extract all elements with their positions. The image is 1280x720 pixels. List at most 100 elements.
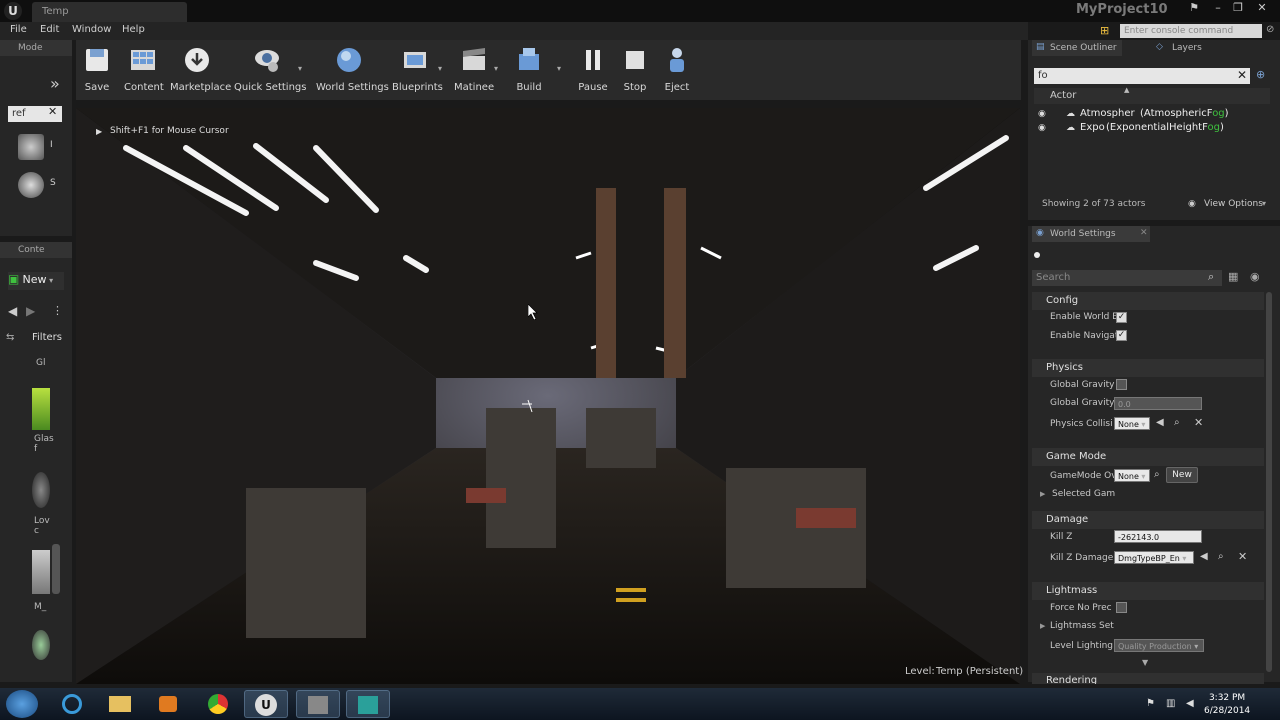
modes-tab[interactable]: Mode	[0, 40, 72, 56]
save-button[interactable]: Save	[82, 46, 112, 98]
level-tab[interactable]: Temp	[32, 2, 187, 22]
start-button-icon[interactable]	[6, 690, 38, 718]
tool-taskbar-icon[interactable]	[296, 690, 340, 718]
back-arrow-icon[interactable]: ◀	[8, 304, 17, 318]
asset-thumbnail-icon[interactable]	[32, 550, 50, 594]
content-scrollbar[interactable]	[52, 544, 60, 594]
blueprints-button[interactable]: Blueprints	[392, 46, 443, 98]
sort-arrow-icon[interactable]: ▲	[1124, 86, 1129, 94]
kill-z-field[interactable]: -262143.0	[1114, 530, 1202, 543]
expand-arrow-icon[interactable]: ▶	[1040, 490, 1045, 498]
outliner-row[interactable]: ◉ ☁ Atmospher (AtmosphericFog)	[1036, 108, 1266, 122]
lock-indicator-icon[interactable]	[1034, 252, 1040, 258]
global-gravity-checkbox[interactable]	[1116, 379, 1127, 390]
build-button[interactable]: Build	[512, 46, 546, 98]
pause-button[interactable]: Pause	[576, 46, 610, 98]
kill-z-damage-select[interactable]: DmgTypeBP_En ▾	[1114, 551, 1194, 564]
visibility-options-icon[interactable]: ◉	[1250, 270, 1260, 283]
new-gamemode-button[interactable]: New	[1166, 467, 1198, 483]
tray-network-icon[interactable]: ▥	[1166, 698, 1175, 709]
tray-flag-icon[interactable]: ⚑	[1146, 698, 1155, 709]
sources-toggle-icon[interactable]: ⇆	[6, 332, 20, 346]
unreal-logo-icon[interactable]: U	[4, 2, 22, 20]
outliner-options-icon[interactable]: ⊕	[1256, 68, 1265, 81]
browse-icon[interactable]: ⌕	[1218, 551, 1224, 562]
menu-window[interactable]: Window	[72, 24, 111, 35]
outliner-search-input[interactable]: fo	[1034, 68, 1250, 84]
stop-button[interactable]: Stop	[618, 46, 652, 98]
force-no-precomputed-checkbox[interactable]	[1116, 602, 1127, 613]
browse-icon[interactable]: ⌕	[1174, 417, 1180, 428]
game-mode-section[interactable]: Game Mode	[1032, 448, 1264, 466]
path-picker-icon[interactable]: ⋮	[52, 304, 63, 317]
mode-item-icon[interactable]	[18, 134, 44, 160]
gravity-z-field[interactable]: 0.0	[1114, 397, 1202, 410]
world-settings-tab[interactable]: World Settings	[1032, 226, 1150, 242]
close-tab-icon[interactable]: ✕	[1140, 228, 1148, 238]
console-input[interactable]: Enter console command	[1120, 24, 1262, 38]
matinee-dropdown-icon[interactable]: ▾	[494, 64, 498, 73]
quick-settings-dropdown-icon[interactable]: ▾	[298, 64, 302, 73]
details-scrollbar[interactable]	[1266, 292, 1272, 672]
enable-world-bounds-checkbox[interactable]: ✓	[1116, 312, 1127, 323]
enable-navigation-checkbox[interactable]: ✓	[1116, 330, 1127, 341]
scroll-down-icon[interactable]: ▼	[1142, 658, 1148, 667]
level-lighting-quality-select[interactable]: Quality Production ▾	[1114, 639, 1204, 652]
expand-arrow-icon[interactable]: »	[50, 74, 60, 93]
layers-tab[interactable]: Layers	[1172, 40, 1202, 56]
asset-sphere-icon[interactable]	[32, 472, 50, 508]
view-options-button[interactable]: View Options	[1204, 199, 1263, 209]
eject-button[interactable]: Eject	[660, 46, 694, 98]
app-taskbar-icon[interactable]	[346, 690, 390, 718]
visibility-eye-icon[interactable]: ◉	[1038, 123, 1046, 133]
details-search-input[interactable]: Search	[1032, 270, 1222, 286]
minimize-icon[interactable]: –	[1208, 0, 1228, 16]
asset-sphere-icon[interactable]	[32, 630, 50, 660]
new-button[interactable]: ▣ New ▾	[8, 272, 64, 290]
clear-icon[interactable]: ✕	[1194, 416, 1203, 429]
internet-explorer-icon[interactable]	[50, 690, 94, 718]
chrome-icon[interactable]	[196, 690, 240, 718]
quick-settings-button[interactable]: Quick Settings	[234, 46, 306, 98]
physics-collision-select[interactable]: None ▾	[1114, 417, 1150, 430]
browse-icon[interactable]: ⌕	[1154, 469, 1160, 480]
visibility-eye-icon[interactable]: ◉	[1038, 109, 1046, 119]
marketplace-button[interactable]: Marketplace	[170, 46, 231, 98]
rendering-section[interactable]: Rendering	[1032, 673, 1264, 684]
packages-icon[interactable]: ⊞	[1100, 24, 1114, 38]
matinee-button[interactable]: Matinee	[454, 46, 494, 98]
scene-outliner-tab[interactable]: Scene Outliner	[1032, 40, 1122, 56]
view-options-dropdown-icon[interactable]: ▾	[1262, 199, 1266, 208]
forward-arrow-icon[interactable]: ▶	[26, 304, 35, 318]
clear-icon[interactable]: ✕	[1238, 550, 1247, 563]
actor-column-label[interactable]: Actor	[1050, 90, 1076, 101]
menu-help[interactable]: Help	[122, 24, 145, 35]
file-explorer-icon[interactable]	[98, 690, 142, 718]
damage-section[interactable]: Damage	[1032, 511, 1264, 529]
config-section[interactable]: Config	[1032, 292, 1264, 310]
notification-icon[interactable]: ⚑	[1184, 0, 1204, 16]
grid-view-icon[interactable]: ▦	[1228, 270, 1238, 283]
clear-search-icon[interactable]: ✕	[1237, 68, 1247, 82]
viewport-options-icon[interactable]: ▶	[96, 127, 104, 136]
console-clear-icon[interactable]: ⊘	[1266, 24, 1278, 38]
physics-section[interactable]: Physics	[1032, 359, 1264, 377]
world-settings-button[interactable]: World Settings	[316, 46, 389, 98]
use-selected-arrow-icon[interactable]: ◀	[1156, 417, 1164, 428]
tray-volume-icon[interactable]: ◀	[1186, 698, 1194, 709]
filters-button[interactable]: Filters	[32, 332, 62, 343]
blueprints-dropdown-icon[interactable]: ▾	[438, 64, 442, 73]
asset-thumbnail-icon[interactable]	[32, 388, 50, 430]
mode-item-sphere-icon[interactable]	[18, 172, 44, 198]
lightmass-section[interactable]: Lightmass	[1032, 582, 1264, 600]
content-button[interactable]: Content	[124, 46, 164, 98]
content-tab[interactable]: Conte	[0, 242, 72, 258]
close-icon[interactable]: ✕	[1252, 0, 1272, 16]
unreal-editor-taskbar-icon[interactable]: U	[244, 690, 288, 718]
gamemode-override-select[interactable]: None ▾	[1114, 469, 1150, 482]
level-viewport[interactable]	[76, 108, 1020, 684]
build-dropdown-icon[interactable]: ▾	[557, 64, 561, 73]
maximize-icon[interactable]: ❐	[1228, 0, 1248, 16]
outliner-row[interactable]: ◉ ☁ Expo (ExponentialHeightFog)	[1036, 122, 1266, 136]
menu-edit[interactable]: Edit	[40, 24, 59, 35]
